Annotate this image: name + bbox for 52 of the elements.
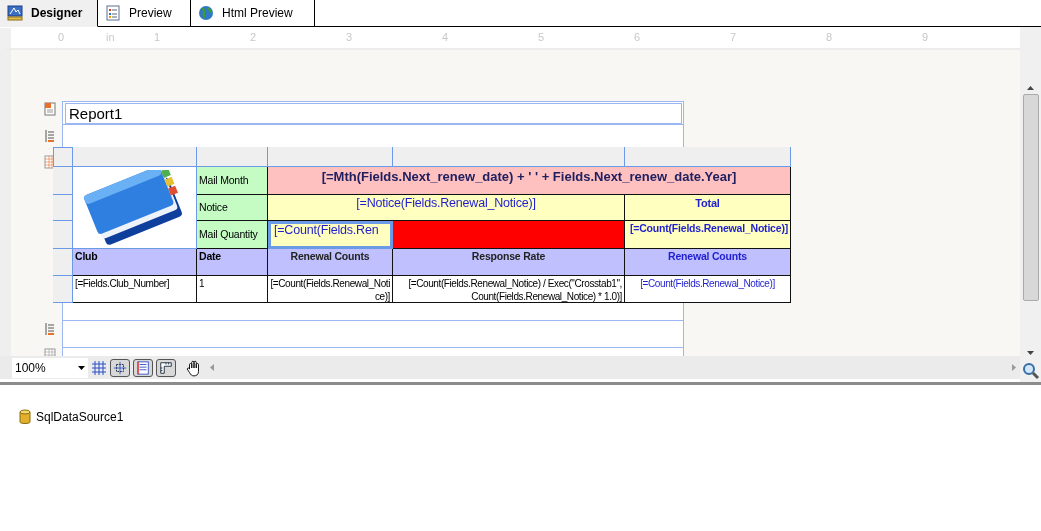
notice-expression: [=Notice(Fields.Renewal_Notice)] [268, 195, 625, 221]
grid-icon[interactable] [91, 359, 107, 376]
data-cell: 1 [197, 276, 268, 303]
database-icon [19, 409, 31, 425]
row-label: Mail Quantity [197, 221, 268, 249]
scroll-left-arrow-icon[interactable] [210, 364, 214, 371]
caret-icon [78, 365, 85, 370]
data-cell: [=Count(Fields.Renewal_Notice)] [268, 276, 393, 303]
scrollbar-thumb[interactable] [1022, 94, 1039, 301]
column-handle[interactable] [73, 147, 197, 167]
scroll-down-arrow-icon[interactable] [1027, 351, 1034, 355]
data-cell: [=Fields.Club_Number] [73, 276, 197, 303]
row-handle[interactable] [53, 249, 73, 276]
column-header: Renewal Counts [625, 249, 791, 276]
report-title[interactable]: Report1 [65, 103, 682, 124]
column-handle[interactable] [393, 147, 625, 167]
column-header: Renewal Counts [268, 249, 393, 276]
design-ruler-icon [7, 5, 23, 21]
tab[interactable]: Designer [0, 0, 98, 27]
row-handle[interactable] [53, 221, 73, 249]
column-handle[interactable] [197, 147, 268, 167]
row-label: Mail Month [197, 167, 268, 195]
column-header: Response Rate [393, 249, 625, 276]
column-handle[interactable] [268, 147, 393, 167]
snap-toggle[interactable] [110, 358, 130, 377]
data-cell: [=Count(Fields.Renewal_Notice)] [625, 276, 791, 303]
band-icon [44, 322, 56, 336]
page-toggle[interactable] [133, 358, 153, 377]
row-handle[interactable] [53, 276, 73, 303]
row-label: Notice [197, 195, 268, 221]
list-document-icon [105, 5, 121, 21]
globe-icon [198, 5, 214, 21]
tab[interactable]: Html Preview [191, 0, 315, 27]
total-count-expression: [=Count(Fields.Renewal_Notice)] [625, 221, 791, 249]
tab[interactable]: Preview [98, 0, 191, 27]
column-header: Date [197, 249, 268, 276]
scroll-up-arrow-icon[interactable] [1027, 86, 1034, 90]
report-icon [44, 102, 56, 116]
data-source-item[interactable]: SqlDataSource1 [36, 410, 124, 424]
search-icon[interactable] [1021, 362, 1040, 380]
column-handle[interactable] [53, 147, 73, 167]
band-icon [44, 129, 56, 143]
row-handle[interactable] [53, 167, 73, 195]
month-expression: [=Mth(Fields.Next_renew_date) + ' ' + Fields.Next_renew_date.Year] [268, 167, 791, 195]
data-cell: [=Count(Fields.Renewal_Notice) / Exec("Crosstab1", Count(Fields.Renewal_Notice) * 1.0)] [393, 276, 625, 303]
count-expression[interactable]: [=Count(Fields.Ren [268, 221, 393, 249]
ruler-toggle[interactable] [156, 358, 176, 377]
column-handle[interactable] [625, 147, 791, 167]
total-label: Total [625, 195, 791, 221]
row-handle[interactable] [53, 195, 73, 221]
column-header: Club [73, 249, 197, 276]
scroll-right-arrow-icon[interactable] [1012, 364, 1016, 371]
